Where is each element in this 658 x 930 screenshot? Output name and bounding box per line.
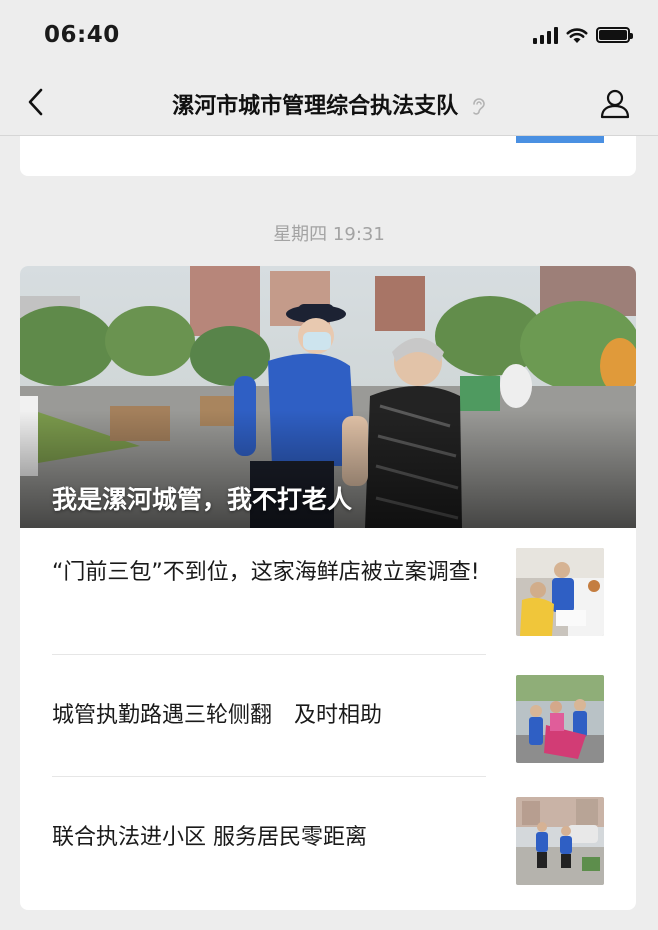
- status-icons: [533, 26, 633, 44]
- battery-icon: [596, 27, 633, 43]
- nav-title-container: 漯河市城市管理综合执法支队: [0, 88, 658, 120]
- article-card: 我是漯河城管，我不打老人 “门前三包”不到位，这家海鲜店被立案调查! 城管执勤路…: [20, 266, 636, 910]
- hero-article[interactable]: 我是漯河城管，我不打老人: [20, 266, 636, 528]
- status-time: 06:40: [44, 22, 120, 48]
- person-icon: [600, 89, 630, 119]
- article-thumbnail: [516, 797, 604, 885]
- profile-button[interactable]: [596, 84, 634, 122]
- article-title: 城管执勤路遇三轮侧翻 及时相助: [52, 703, 383, 728]
- cellular-signal-icon: [533, 26, 558, 44]
- page-title: 漯河市城市管理综合执法支队: [172, 94, 459, 119]
- previous-message-card[interactable]: [20, 136, 636, 176]
- article-title: “门前三包”不到位，这家海鲜店被立案调查!: [52, 560, 480, 585]
- article-title: 联合执法进小区 服务居民零距离: [52, 825, 367, 850]
- hero-title: 我是漯河城管，我不打老人: [52, 485, 353, 514]
- list-item[interactable]: “门前三包”不到位，这家海鲜店被立案调查!: [20, 528, 636, 650]
- status-bar: 06:40: [0, 0, 658, 70]
- article-thumbnail: [516, 548, 604, 636]
- nav-bar: 漯河市城市管理综合执法支队: [0, 70, 658, 136]
- previous-thumbnail: [516, 136, 604, 143]
- list-item[interactable]: 联合执法进小区 服务居民零距离: [20, 777, 636, 899]
- article-thumbnail: [516, 675, 604, 763]
- wifi-icon: [566, 27, 588, 43]
- ear-icon: [473, 98, 485, 115]
- list-item[interactable]: 城管执勤路遇三轮侧翻 及时相助: [20, 655, 636, 777]
- message-timestamp: 星期四 19:31: [273, 224, 385, 245]
